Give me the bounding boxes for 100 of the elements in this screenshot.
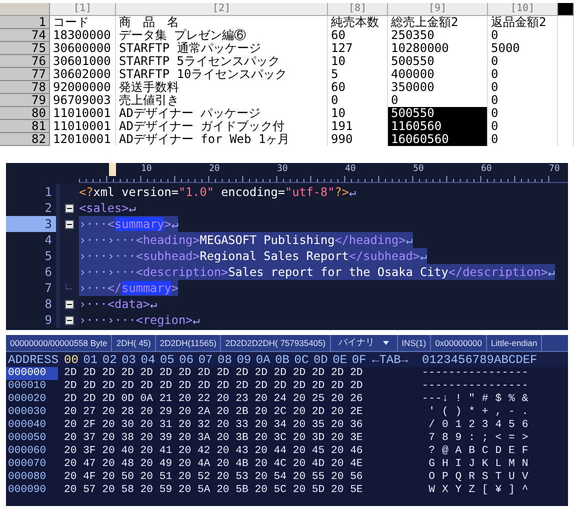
hex-bytes: 20 37 20 38 20 39 20 3A 20 3B 20 3C 20 3D 20 3E <box>64 432 364 445</box>
line-number: 4 <box>44 232 53 248</box>
byte-column-header: 02 <box>102 352 118 366</box>
table-cell: 60 <box>328 29 388 42</box>
caret-icon <box>382 341 389 345</box>
row-header[interactable]: 1 <box>0 16 50 29</box>
collapse-icon[interactable] <box>65 300 74 308</box>
code-line: <sales>↵ <box>79 200 136 216</box>
table-cell: 92000000 <box>50 81 116 94</box>
address-cell[interactable]: 000050 <box>6 432 58 445</box>
byte-column-header: 09 <box>236 352 252 366</box>
table-cell: 0 <box>488 81 558 94</box>
table-cell: 0 <box>488 55 558 68</box>
table-cell: 0 <box>488 107 558 120</box>
status-field: 00000000/00000558 Byte <box>6 335 112 351</box>
address-cell[interactable]: 000030 <box>6 406 58 419</box>
table-cell: 商 品 名 <box>116 16 328 29</box>
address-cell[interactable]: 000080 <box>6 471 58 484</box>
line-number: 2 <box>44 200 53 216</box>
byte-column-header: 0B <box>275 352 290 366</box>
row-header[interactable]: 81 <box>0 120 50 133</box>
text-header: 0123456789ABCDEF <box>422 352 538 366</box>
address-cell[interactable]: 000060 <box>6 445 58 458</box>
byte-column-header: 01 <box>83 352 99 366</box>
address-cell[interactable]: 000070 <box>6 458 58 471</box>
column-header[interactable]: [10] <box>488 3 558 16</box>
row-header[interactable]: 77 <box>0 68 50 81</box>
table-cell: ADデザイナー for Web 1ヶ月 <box>116 133 328 146</box>
address-cell[interactable]: 000000 <box>6 367 58 380</box>
table-cell: 60 <box>328 81 388 94</box>
byte-column-header: 0D <box>313 352 329 366</box>
table-cell: 純売本数 <box>328 16 388 29</box>
address-cell[interactable]: 000090 <box>6 484 58 497</box>
table-cell: 16060560 <box>388 133 488 146</box>
table-cell: 0 <box>328 94 388 107</box>
code-line: ›···<data>↵ <box>79 296 158 312</box>
code-line: <?xml version="1.0" encoding="utf-8"?>↵ <box>79 184 356 200</box>
table-cell: 発送手数料 <box>116 81 328 94</box>
column-header[interactable]: [1] <box>50 3 116 16</box>
ascii-text: ' ( ) * + , - . <box>428 406 529 419</box>
table-cell: 500550 <box>388 55 488 68</box>
table-cell: ADデザイナー ガイドブック付 <box>116 120 328 133</box>
tab-marker: ←TAB→ <box>372 352 410 366</box>
mode-dropdown[interactable]: バイナリ <box>330 335 398 351</box>
byte-column-header: 0F <box>352 352 368 366</box>
status-field: 2D2DH(11565) <box>156 335 222 351</box>
row-header[interactable]: 82 <box>0 133 50 146</box>
corner-cell <box>0 3 50 16</box>
row-header[interactable]: 75 <box>0 42 50 55</box>
collapse-icon[interactable] <box>65 204 74 212</box>
collapse-icon[interactable] <box>65 220 74 228</box>
table-cell: STARFTP 10ライセンスパック <box>116 68 328 81</box>
line-number: 1 <box>44 184 53 200</box>
ruler-number: 50 <box>413 164 424 174</box>
column-header[interactable]: [2] <box>116 3 328 16</box>
table-cell: 売上値引き <box>116 94 328 107</box>
table-cell: 11010001 <box>50 107 116 120</box>
hex-bytes: 2D 2D 2D 2D 2D 2D 2D 2D 2D 2D 2D 2D 2D 2D 2D 2D <box>64 380 364 393</box>
column-header[interactable]: [9] <box>388 3 488 16</box>
table-cell: 350000 <box>388 81 488 94</box>
address-cell[interactable]: 000010 <box>6 380 58 393</box>
line-number: 5 <box>44 248 53 264</box>
byte-column-header: 04 <box>140 352 156 366</box>
table-cell: STARFTP 通常パッケージ <box>116 42 328 55</box>
column-header[interactable]: [8] <box>328 3 388 16</box>
hex-bytes: 2D 2D 2D 2D 2D 2D 2D 2D 2D 2D 2D 2D 2D 2D 2D 2D <box>64 367 364 380</box>
ruler-number: 70 <box>549 164 560 174</box>
ascii-text: ? @ A B C D E F <box>428 445 529 458</box>
table-cell: 0 <box>488 133 558 146</box>
address-cell[interactable]: 000040 <box>6 419 58 432</box>
ruler-number: 20 <box>209 164 220 174</box>
status-field: INS(1) <box>398 335 432 351</box>
collapse-icon[interactable] <box>65 316 74 324</box>
hex-bytes: 20 4F 20 50 20 51 20 52 20 53 20 54 20 55 20 56 <box>64 471 364 484</box>
line-number: 7 <box>44 280 53 296</box>
fold-end-icon <box>65 284 74 292</box>
row-header[interactable]: 76 <box>0 55 50 68</box>
ruler-cursor-icon <box>109 163 116 176</box>
row-header[interactable]: 78 <box>0 81 50 94</box>
table-cell: 0 <box>488 68 558 81</box>
hex-bytes: 20 27 20 28 20 29 20 2A 20 2B 20 2C 20 2D 20 2E <box>64 406 364 419</box>
row-header[interactable]: 79 <box>0 94 50 107</box>
row-header[interactable]: 74 <box>0 29 50 42</box>
line-number: 6 <box>44 264 53 280</box>
row-header[interactable]: 80 <box>0 107 50 120</box>
table-cell: コード <box>50 16 116 29</box>
table-cell: 1160560 <box>388 120 488 133</box>
ascii-text: W X Y Z [ ¥ ] ^ <box>428 484 529 497</box>
table-cell: 250350 <box>388 29 488 42</box>
address-cell[interactable]: 000020 <box>6 393 58 406</box>
status-field: 2D2D2D2DH( 757935405) <box>221 335 331 351</box>
line-number: 9 <box>44 312 53 328</box>
table-cell: 12010001 <box>50 133 116 146</box>
ruler-number: 60 <box>481 164 492 174</box>
line-number: 3 <box>6 216 56 232</box>
byte-column-header: 0E <box>332 352 348 366</box>
column-header[interactable] <box>558 3 574 16</box>
byte-column-header: 03 <box>122 352 137 366</box>
ascii-text: ---------------- <box>422 367 529 380</box>
table-cell: 127 <box>328 42 388 55</box>
